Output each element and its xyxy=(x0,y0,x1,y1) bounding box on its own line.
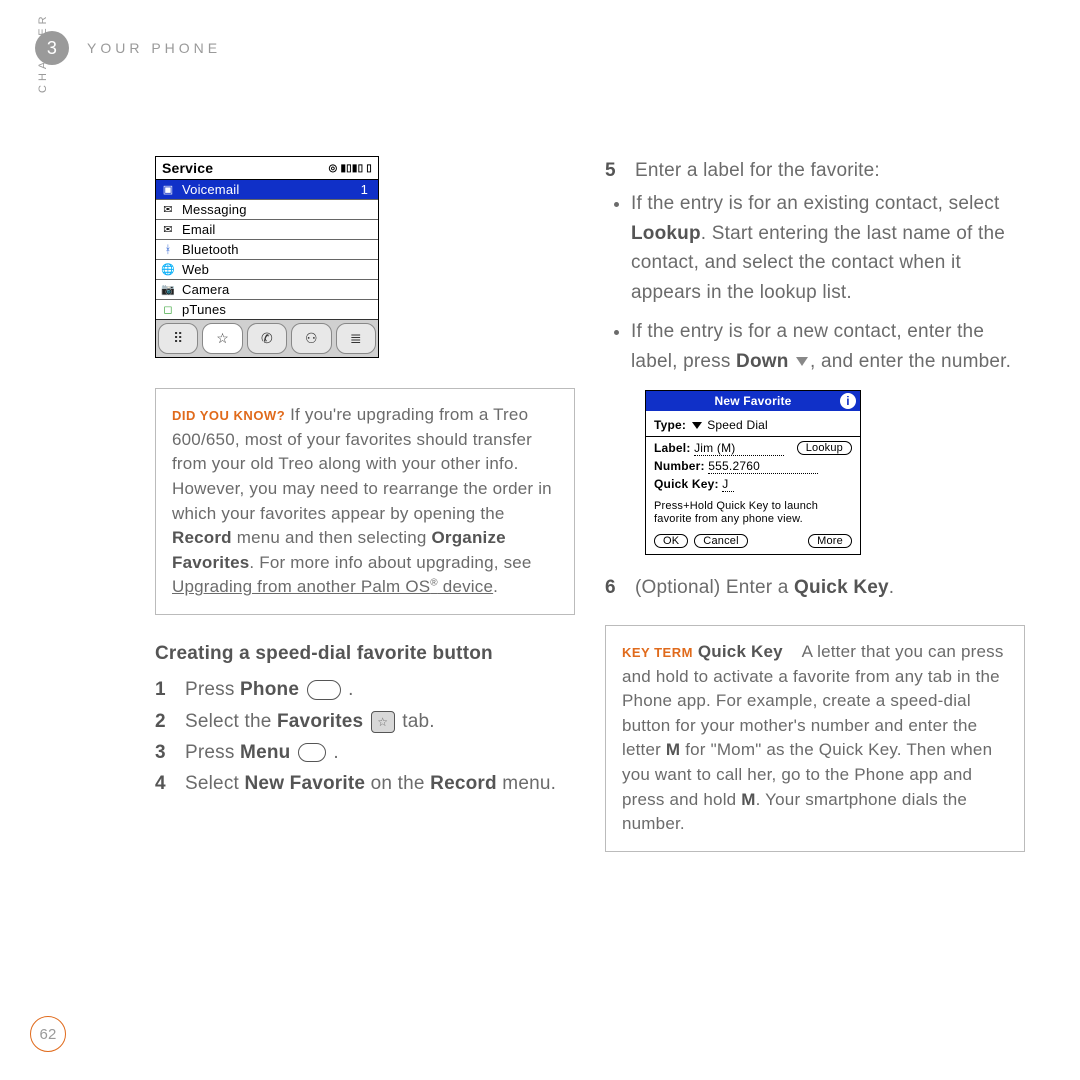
favorites-tab-icon: ☆ xyxy=(371,711,395,733)
calllog-tab-icon: ≣ xyxy=(336,323,376,354)
step-4: 4 Select New Favorite on the Record menu… xyxy=(155,769,575,798)
web-icon: 🌐 xyxy=(160,263,176,277)
list-item: ✉ Messaging xyxy=(156,200,378,220)
cancel-button: Cancel xyxy=(694,534,747,548)
list-item: ✉ Email xyxy=(156,220,378,240)
info-icon: i xyxy=(840,393,856,409)
step-2: 2 Select the Favorites ☆ tab. xyxy=(155,707,575,736)
favorites-tab-icon: ☆ xyxy=(202,323,242,354)
dialog-title: New Favorite xyxy=(714,394,791,408)
type-dropdown-icon xyxy=(692,422,702,429)
ptunes-icon: ◻ xyxy=(160,303,176,317)
quickkey-hint: Press+Hold Quick Key to launch favorite … xyxy=(654,500,852,526)
page-number: 62 xyxy=(30,1016,66,1052)
bluetooth-icon: ᚼ xyxy=(160,243,176,257)
bullet-existing-contact: If the entry is for an existing contact,… xyxy=(631,189,1025,307)
list-item: 📷 Camera xyxy=(156,280,378,300)
key-term-callout: KEY TERM Quick Key A letter that you can… xyxy=(605,625,1025,852)
chapter-side-label: CHAPTER xyxy=(37,12,49,93)
screenshot-service-favorites: Service ◎ ▮▯▮▯ ▯ ▣ Voicemail 1 ✉ Messagi… xyxy=(155,156,379,358)
page-title: YOUR PHONE xyxy=(87,40,221,56)
email-icon: ✉ xyxy=(160,223,176,237)
step-1: 1 Press Phone . xyxy=(155,675,575,704)
phone-button-icon xyxy=(307,680,341,700)
ok-button: OK xyxy=(654,534,688,548)
upgrade-link[interactable]: Upgrading from another Palm OS® device xyxy=(172,577,493,596)
list-item: 🌐 Web xyxy=(156,260,378,280)
callout-lead: DID YOU KNOW? xyxy=(172,408,285,423)
status-bar-icons: ◎ ▮▯▮▯ ▯ xyxy=(329,163,372,174)
menu-button-icon xyxy=(298,743,326,762)
signal-icon: ▮▯▮▯ xyxy=(340,163,363,174)
quickkey-field: J xyxy=(722,477,734,492)
down-icon xyxy=(796,357,808,366)
bullet-new-contact: If the entry is for a new contact, enter… xyxy=(631,317,1025,376)
shot-title: Service xyxy=(162,160,213,176)
did-you-know-callout: DID YOU KNOW? If you're upgrading from a… xyxy=(155,388,575,615)
section-heading: Creating a speed-dial favorite button xyxy=(155,643,575,665)
step-6: 6 (Optional) Enter a Quick Key. xyxy=(605,573,1025,602)
step-5: 5 Enter a label for the favorite: xyxy=(605,156,1025,185)
list-item: ᚼ Bluetooth xyxy=(156,240,378,260)
battery-icon: ▯ xyxy=(366,163,372,174)
number-field: 555.2760 xyxy=(708,459,818,474)
list-item: ▣ Voicemail 1 xyxy=(156,180,378,200)
screenshot-new-favorite: New Favorite i Type: Speed Dial Label: J… xyxy=(645,390,861,555)
contacts-tab-icon: ⚇ xyxy=(291,323,331,354)
voicemail-icon: ▣ xyxy=(160,183,176,197)
messaging-icon: ✉ xyxy=(160,203,176,217)
callout-lead: KEY TERM xyxy=(622,645,693,660)
step-3: 3 Press Menu . xyxy=(155,738,575,767)
list-item: ◻ pTunes xyxy=(156,300,378,319)
phone-tab-icon: ✆ xyxy=(247,323,287,354)
dialpad-tab-icon: ⠿ xyxy=(158,323,198,354)
bluetooth-icon: ◎ xyxy=(329,163,338,174)
label-field: Jim (M) xyxy=(694,441,784,456)
camera-icon: 📷 xyxy=(160,283,176,297)
more-button: More xyxy=(808,534,852,548)
lookup-button: Lookup xyxy=(797,441,852,455)
